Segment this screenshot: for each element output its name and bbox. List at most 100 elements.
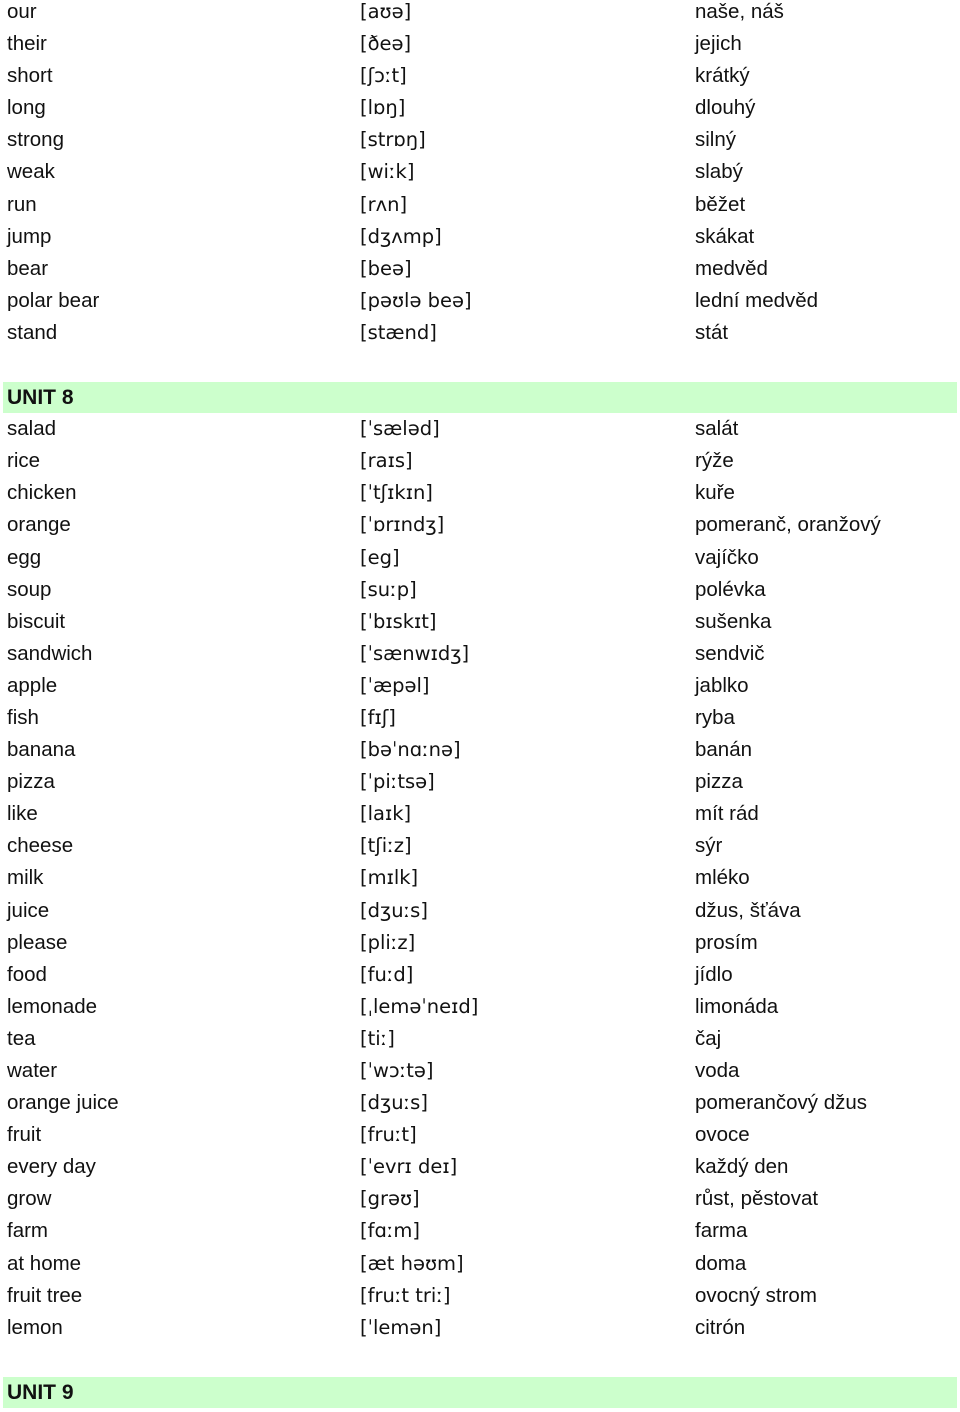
unit-header: UNIT 8 bbox=[3, 382, 957, 414]
czech-translation: ovoce bbox=[695, 1123, 750, 1147]
phonetic-transcription: [dʒuːs] bbox=[360, 898, 428, 922]
blank-row bbox=[0, 1344, 960, 1376]
vocab-row: cheese [tʃiːz] sýr bbox=[0, 830, 960, 862]
vocab-row: fruit [fruːt] ovoce bbox=[0, 1119, 960, 1151]
english-word: our bbox=[7, 0, 37, 23]
czech-translation: sušenka bbox=[695, 609, 772, 633]
phonetic-transcription: [grəʊ] bbox=[360, 1187, 420, 1211]
czech-translation: mít rád bbox=[695, 802, 759, 826]
english-word: run bbox=[7, 192, 37, 216]
vocab-row: at home [æt həʊm] doma bbox=[0, 1248, 960, 1280]
czech-translation: farma bbox=[695, 1219, 748, 1243]
phonetic-transcription: [pəʊlə beə] bbox=[360, 288, 472, 312]
english-word: tea bbox=[7, 1026, 36, 1050]
english-word: stand bbox=[7, 320, 58, 344]
vocab-row: biscuit [ˈbɪskɪt] sušenka bbox=[0, 606, 960, 638]
czech-translation: džus, šťáva bbox=[695, 898, 801, 922]
czech-translation: lední medvěd bbox=[695, 288, 819, 312]
vocab-row: like [laɪk] mít rád bbox=[0, 798, 960, 830]
phonetic-transcription: [aʊə] bbox=[360, 0, 412, 23]
czech-translation: krátký bbox=[695, 64, 750, 88]
phonetic-transcription: [ðeə] bbox=[360, 32, 412, 56]
czech-translation: sýr bbox=[695, 834, 723, 858]
phonetic-transcription: [tiː] bbox=[360, 1026, 395, 1050]
phonetic-transcription: [fuːd] bbox=[360, 962, 414, 986]
vocab-row: please [pliːz] prosím bbox=[0, 927, 960, 959]
czech-translation: čaj bbox=[695, 1026, 722, 1050]
phonetic-transcription: [ˈtʃɪkɪn] bbox=[360, 481, 433, 505]
vocab-row: polar bear [pəʊlə beə] lední medvěd bbox=[0, 285, 960, 317]
vocab-row: food [fuːd] jídlo bbox=[0, 959, 960, 991]
phonetic-transcription: [ʃɔːt] bbox=[360, 64, 407, 88]
english-word: strong bbox=[7, 128, 64, 152]
phonetic-transcription: [tʃiːz] bbox=[360, 834, 412, 858]
czech-translation: běžet bbox=[695, 192, 746, 216]
czech-translation: polévka bbox=[695, 577, 766, 601]
english-word: sandwich bbox=[7, 641, 93, 665]
vocab-row: long [lɒŋ] dlouhý bbox=[0, 92, 960, 124]
phonetic-transcription: [ˈæpəl] bbox=[360, 673, 430, 697]
phonetic-transcription: [ˈlemən] bbox=[360, 1315, 442, 1339]
phonetic-transcription: [fɑːm] bbox=[360, 1219, 421, 1243]
english-word: lemon bbox=[7, 1315, 63, 1339]
czech-translation: pomeranč, oranžový bbox=[695, 513, 881, 537]
czech-translation: banán bbox=[695, 738, 753, 762]
czech-translation: jídlo bbox=[695, 962, 733, 986]
english-word: short bbox=[7, 64, 53, 88]
vocab-row: every day [ˈevrɪ deɪ] každý den bbox=[0, 1151, 960, 1183]
english-word: jump bbox=[7, 224, 52, 248]
english-word: farm bbox=[7, 1219, 48, 1243]
english-word: like bbox=[7, 802, 38, 826]
phonetic-transcription: [mɪlk] bbox=[360, 866, 419, 890]
unit-header: UNIT 9 bbox=[3, 1376, 957, 1408]
phonetic-transcription: [eg] bbox=[360, 545, 400, 569]
english-word: egg bbox=[7, 545, 42, 569]
phonetic-transcription: [dʒʌmp] bbox=[360, 224, 442, 248]
czech-translation: voda bbox=[695, 1059, 740, 1082]
phonetic-transcription: [beə] bbox=[360, 256, 412, 280]
phonetic-transcription: [rʌn] bbox=[360, 192, 408, 216]
czech-translation: slabý bbox=[695, 160, 743, 184]
phonetic-transcription: [ˌleməˈneɪd] bbox=[360, 994, 479, 1018]
vocab-row: grow [grəʊ] růst, pěstovat bbox=[0, 1183, 960, 1215]
phonetic-transcription: [laɪk] bbox=[360, 802, 412, 826]
vocab-row: pizza [ˈpiːtsə] pizza bbox=[0, 766, 960, 798]
phonetic-transcription: [fruːt triː] bbox=[360, 1283, 451, 1307]
english-word: please bbox=[7, 930, 68, 954]
english-word: food bbox=[7, 962, 47, 986]
czech-translation: vajíčko bbox=[695, 545, 759, 569]
english-word: orange juice bbox=[7, 1091, 119, 1115]
english-word: salad bbox=[7, 417, 57, 441]
vocab-row: short [ʃɔːt] krátký bbox=[0, 60, 960, 92]
vocab-row: run [rʌn] běžet bbox=[0, 189, 960, 221]
phonetic-transcription: [suːp] bbox=[360, 577, 417, 601]
vocab-row: sandwich [ˈsænwɪdʒ] sendvič bbox=[0, 638, 960, 670]
english-word: bear bbox=[7, 256, 49, 280]
phonetic-transcription: [ˈbɪskɪt] bbox=[360, 609, 437, 633]
english-word: chicken bbox=[7, 481, 77, 505]
phonetic-transcription: [ˈɒrɪndʒ] bbox=[360, 513, 445, 537]
vocab-row: apple [ˈæpəl] jablko bbox=[0, 670, 960, 702]
english-word: water bbox=[7, 1059, 58, 1082]
english-word: banana bbox=[7, 738, 76, 762]
phonetic-transcription: [ˈwɔːtə] bbox=[360, 1059, 434, 1082]
vocabulary-sheet: our [aʊə] naše, náš their [ðeə] jejich s… bbox=[0, 0, 960, 1408]
czech-translation: salát bbox=[695, 417, 739, 441]
english-word: every day bbox=[7, 1155, 96, 1179]
phonetic-transcription: [raɪs] bbox=[360, 449, 413, 473]
english-word: milk bbox=[7, 866, 44, 890]
vocab-row: jump [dʒʌmp] skákat bbox=[0, 221, 960, 253]
vocab-row: rice [raɪs] rýže bbox=[0, 445, 960, 477]
english-word: fruit tree bbox=[7, 1283, 83, 1307]
vocab-row: lemonade [ˌleməˈneɪd] limonáda bbox=[0, 991, 960, 1023]
phonetic-transcription: [fruːt] bbox=[360, 1123, 417, 1147]
phonetic-transcription: [ˈsænwɪdʒ] bbox=[360, 641, 470, 665]
czech-translation: jablko bbox=[695, 673, 749, 697]
english-word: pizza bbox=[7, 770, 55, 794]
phonetic-transcription: [strɒŋ] bbox=[360, 128, 426, 152]
vocab-row: their [ðeə] jejich bbox=[0, 28, 960, 60]
czech-translation: sendvič bbox=[695, 641, 765, 665]
english-word: fish bbox=[7, 705, 39, 729]
english-word: juice bbox=[7, 898, 50, 922]
czech-translation: mléko bbox=[695, 866, 750, 890]
